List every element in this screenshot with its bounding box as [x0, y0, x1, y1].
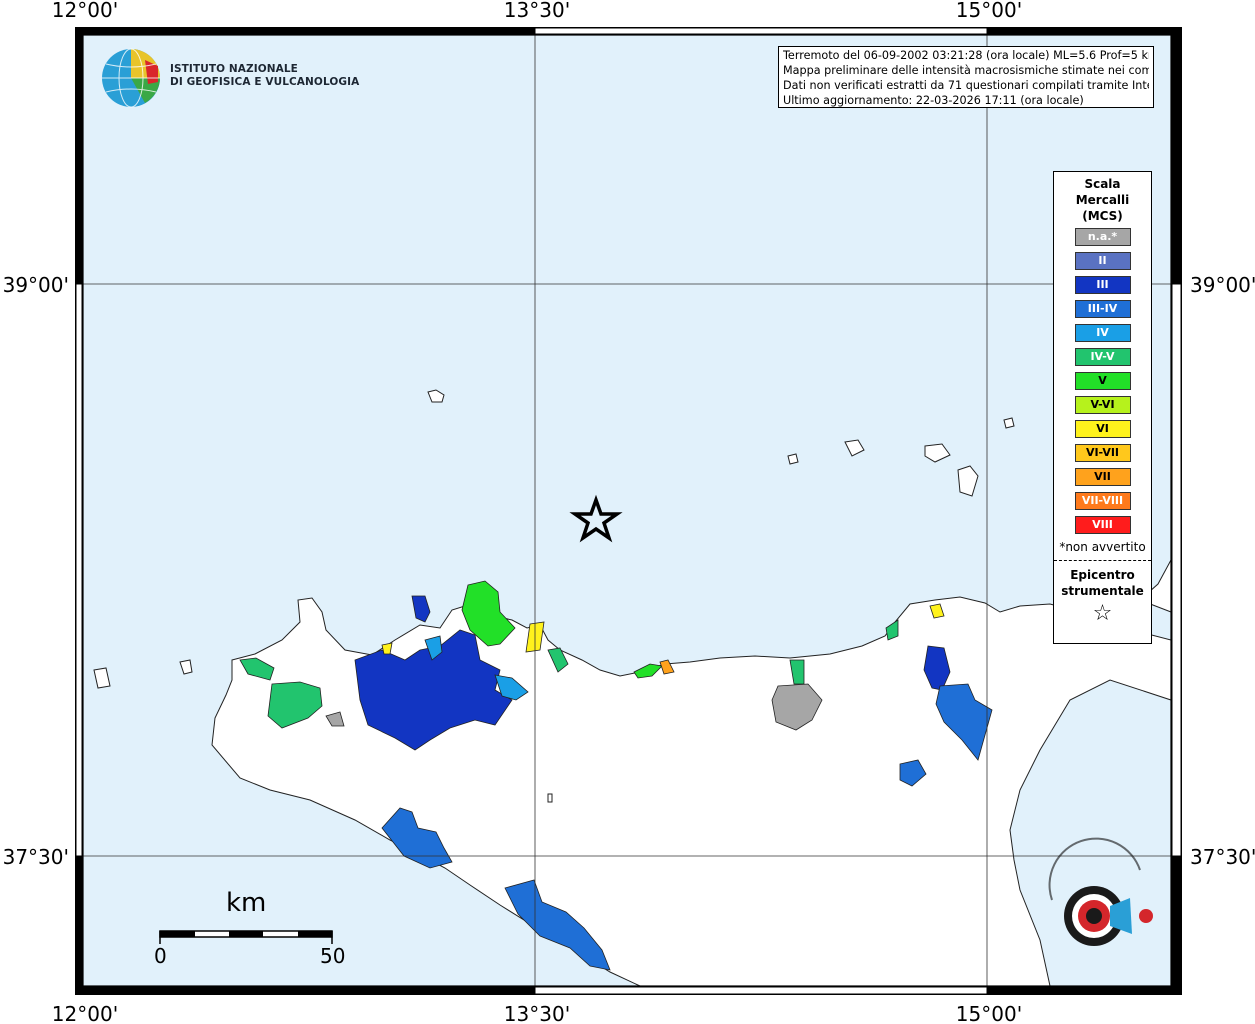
info-line-map: Mappa preliminare delle intensità macros…: [783, 64, 1149, 77]
legend-swatch: VI: [1074, 420, 1131, 438]
scale-max: 50: [320, 944, 346, 968]
info-line-data: Dati non verificati estratti da 71 quest…: [783, 79, 1149, 92]
legend-swatch: III: [1074, 276, 1131, 294]
legend-items: n.a.* II III III-IV IV IV-V V V-VI VI VI-VII VII VI…: [1054, 228, 1151, 534]
info-line-event: Terremoto del 06-09-2002 03:21:28 (ora l…: [783, 49, 1149, 62]
legend-epi-2: strumentale: [1061, 584, 1144, 598]
legend-swatch: V: [1074, 372, 1131, 390]
axis-label-bottom-3: 15°00': [956, 1002, 1022, 1024]
ingv-logo-icon: [102, 48, 160, 108]
legend-epicenter-label: Epicentro strumentale: [1054, 567, 1151, 599]
legend-na-note: *non avvertito: [1059, 540, 1146, 554]
legend-swatch: IV: [1074, 324, 1131, 342]
legend-swatch: III-IV: [1074, 300, 1131, 318]
legend-swatch: V-VI: [1074, 396, 1131, 414]
legend-swatch: II: [1074, 252, 1131, 270]
legend-title: Scala Mercalli (MCS): [1054, 176, 1151, 224]
legend-divider: [1054, 560, 1151, 561]
legend-star-icon: ☆: [1092, 601, 1113, 626]
info-line-update: Ultimo aggiornamento: 22-03-2026 17:11 (…: [783, 94, 1084, 107]
ingv-logo-text: ISTITUTO NAZIONALE DI GEOFISICA E VULCAN…: [170, 63, 359, 89]
island: [547, 793, 553, 803]
island: [787, 453, 799, 465]
legend-title-1: Scala: [1084, 177, 1121, 191]
legend-swatch: n.a.*: [1074, 228, 1131, 246]
logo-text-line2: DI GEOFISICA E VULCANOLOGIA: [170, 76, 360, 88]
legend-swatch: VII-VIII: [1074, 492, 1131, 510]
legend-swatch: VIII: [1074, 516, 1131, 534]
logo-text-line1: ISTITUTO NAZIONALE: [170, 63, 298, 75]
axis-label-top-3: 15°00': [956, 0, 1022, 22]
axis-label-left-1: 39°00': [3, 273, 69, 297]
axis-label-bottom-2: 13°30': [504, 1002, 570, 1024]
scale-min: 0: [154, 944, 167, 968]
legend-swatch: VII: [1074, 468, 1131, 486]
axis-label-right-1: 39°00': [1190, 273, 1255, 297]
island: [1003, 417, 1015, 429]
axis-label-left-2: 37°30': [3, 845, 69, 869]
axis-label-bottom-1: 12°00': [52, 1002, 118, 1024]
axis-label-top-1: 12°00': [52, 0, 118, 22]
intensity-area-vi: [381, 642, 393, 655]
legend-epi-1: Epicentro: [1070, 568, 1135, 582]
intensity-legend: Scala Mercalli (MCS) n.a.* II III III-IV IV I…: [1053, 171, 1152, 644]
earthquake-info-box: Terremoto del 06-09-2002 03:21:28 (ora l…: [778, 46, 1154, 108]
scale-unit: km: [226, 888, 267, 918]
legend-title-3: (MCS): [1082, 209, 1123, 223]
axis-label-right-2: 37°30': [1190, 845, 1255, 869]
legend-title-2: Mercalli: [1075, 193, 1130, 207]
axis-label-top-2: 13°30': [504, 0, 570, 22]
legend-swatch: IV-V: [1074, 348, 1131, 366]
legend-swatch: VI-VII: [1074, 444, 1131, 462]
